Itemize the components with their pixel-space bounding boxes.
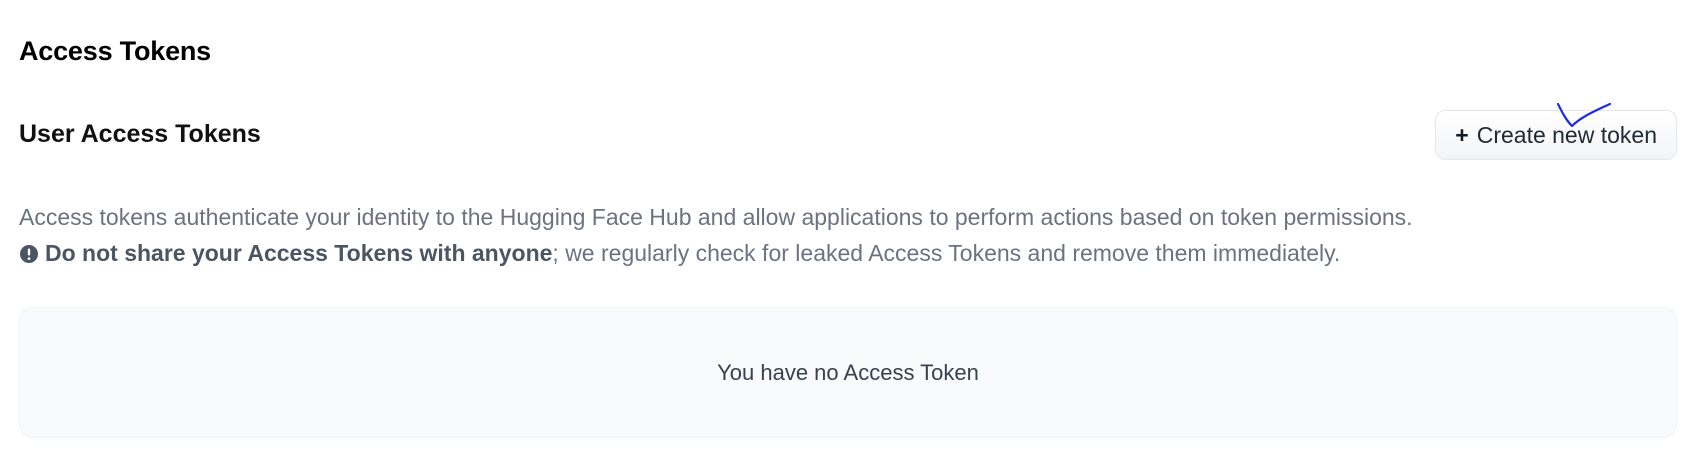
warning-line: Do not share your Access Tokens with any…: [19, 235, 1413, 271]
plus-icon: +: [1455, 121, 1469, 148]
warning-bold-part2: with anyone: [413, 240, 553, 266]
create-new-token-button[interactable]: + Create new token: [1435, 110, 1677, 160]
exclamation-circle-icon: [20, 245, 38, 263]
description: Access tokens authenticate your identity…: [19, 199, 1413, 271]
page-title: Access Tokens: [19, 36, 212, 66]
tokens-empty-state: You have no Access Token: [19, 307, 1677, 438]
warning-rest: ; we regularly check for leaked Access T…: [552, 240, 1341, 266]
empty-state-message: You have no Access Token: [717, 359, 979, 385]
user-access-tokens-header: User Access Tokens + Create new token: [19, 110, 1677, 162]
description-line: Access tokens authenticate your identity…: [19, 204, 1413, 230]
access-tokens-page: Access Tokens User Access Tokens + Creat…: [0, 0, 1705, 466]
warning-bold-part1: Do not share your: [45, 240, 248, 266]
warning-bold-access-tokens: Access Tokens: [247, 240, 414, 266]
section-title: User Access Tokens: [19, 120, 261, 148]
create-new-token-label: Create new token: [1476, 121, 1657, 148]
